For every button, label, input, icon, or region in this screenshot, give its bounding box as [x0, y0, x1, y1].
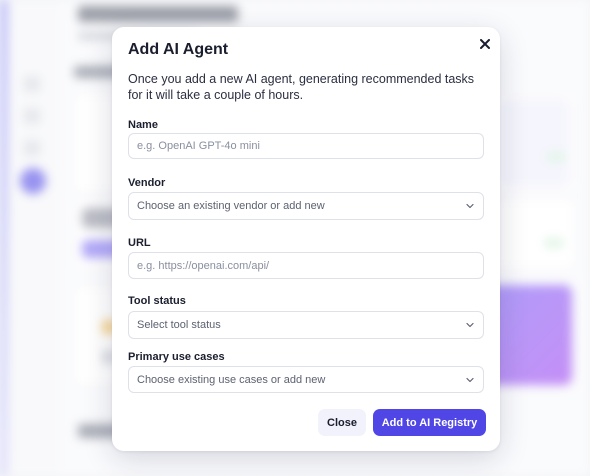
name-input[interactable]: [128, 133, 484, 159]
dialog-title: Add AI Agent: [128, 41, 229, 58]
tool-status-label: Tool status: [128, 295, 186, 307]
close-icon[interactable]: [475, 34, 495, 54]
vendor-label: Vendor: [128, 177, 166, 189]
close-button[interactable]: Close: [318, 409, 366, 436]
dialog-description: Once you add a new AI agent, generating …: [128, 72, 475, 102]
tool-status-select-placeholder: Select tool status: [137, 319, 221, 331]
add-ai-agent-dialog: Add AI Agent Once you add a new AI agent…: [112, 27, 500, 451]
chevron-down-icon: [465, 375, 475, 385]
add-to-registry-button[interactable]: Add to AI Registry: [373, 409, 486, 436]
chevron-down-icon: [465, 320, 475, 330]
url-input[interactable]: [128, 252, 484, 279]
url-label: URL: [128, 237, 151, 249]
chevron-down-icon: [465, 201, 475, 211]
close-icon-glyph: [480, 39, 490, 49]
use-cases-select[interactable]: Choose existing use cases or add new: [128, 366, 484, 393]
vendor-select-placeholder: Choose an existing vendor or add new: [137, 200, 325, 212]
name-label: Name: [128, 119, 158, 131]
use-cases-label: Primary use cases: [128, 351, 225, 363]
vendor-select[interactable]: Choose an existing vendor or add new: [128, 192, 484, 220]
tool-status-select[interactable]: Select tool status: [128, 311, 484, 339]
use-cases-select-placeholder: Choose existing use cases or add new: [137, 373, 326, 386]
